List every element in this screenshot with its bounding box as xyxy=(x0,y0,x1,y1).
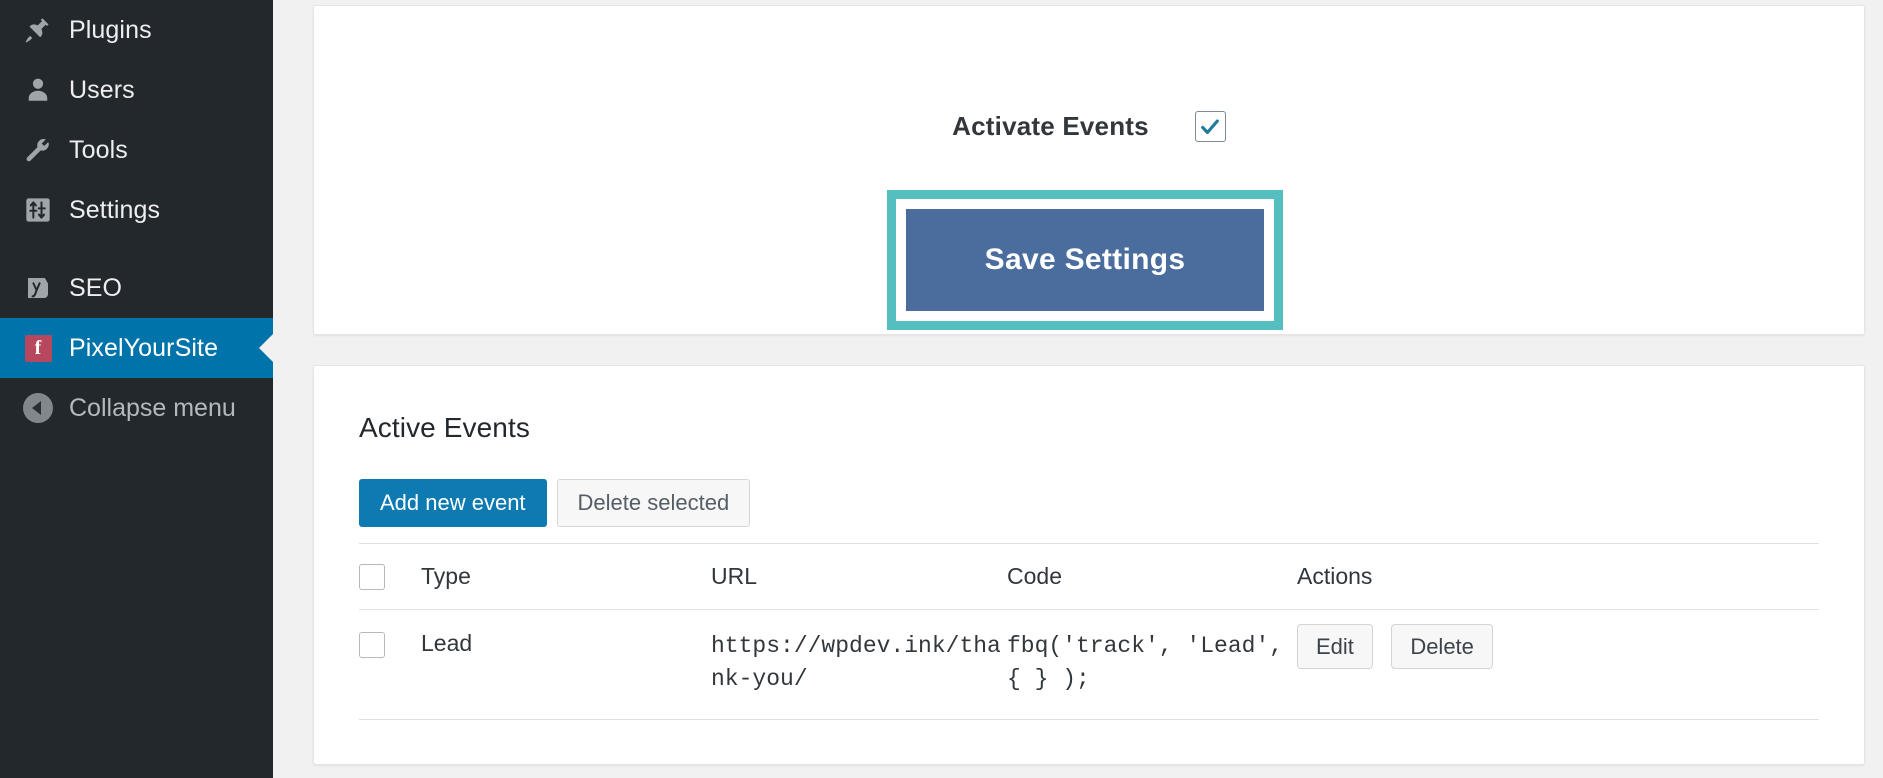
main-content: Activate Events Save Settings Active Eve… xyxy=(273,0,1883,778)
sidebar-separator xyxy=(0,240,273,258)
admin-page: Plugins Users Tools xyxy=(0,0,1883,778)
events-table: Type URL Code Actions Lead https://wpdev… xyxy=(359,543,1819,720)
cell-type: Lead xyxy=(421,610,711,720)
table-header-row: Type URL Code Actions xyxy=(359,544,1819,610)
settings-panel: Activate Events Save Settings xyxy=(313,5,1865,335)
sidebar-item-settings[interactable]: Settings xyxy=(0,180,273,240)
sliders-icon xyxy=(10,196,66,224)
sidebar-item-label: Settings xyxy=(66,196,160,225)
sidebar-item-label: Users xyxy=(66,76,135,105)
column-header-actions: Actions xyxy=(1297,544,1819,610)
facebook-badge: f xyxy=(25,335,52,362)
save-settings-button[interactable]: Save Settings xyxy=(906,209,1264,311)
sidebar-item-label: SEO xyxy=(66,274,122,303)
collapse-arrow-icon xyxy=(10,393,66,423)
cell-code: fbq('track', 'Lead', { } ); xyxy=(1007,610,1297,720)
active-events-panel: Active Events Add new event Delete selec… xyxy=(313,365,1865,765)
column-header-url: URL xyxy=(711,544,1007,610)
sidebar-item-label: PixelYourSite xyxy=(66,334,218,363)
table-row: Lead https://wpdev.ink/thank-you/ fbq('t… xyxy=(359,610,1819,720)
facebook-icon: f xyxy=(10,335,66,362)
column-header-type: Type xyxy=(421,544,711,610)
sidebar-item-users[interactable]: Users xyxy=(0,60,273,120)
wrench-icon xyxy=(10,135,66,165)
sidebar-item-seo[interactable]: SEO xyxy=(0,258,273,318)
sidebar-item-label: Plugins xyxy=(66,16,152,45)
row-select-cell xyxy=(359,610,421,720)
sidebar-item-pixelyoursite[interactable]: f PixelYourSite xyxy=(0,318,273,378)
collapse-menu-label: Collapse menu xyxy=(66,394,236,423)
column-header-code: Code xyxy=(1007,544,1297,610)
delete-button[interactable]: Delete xyxy=(1391,624,1493,669)
activate-events-checkbox[interactable] xyxy=(1195,111,1226,142)
row-checkbox[interactable] xyxy=(359,632,385,658)
plugin-icon xyxy=(10,15,66,45)
sidebar-item-tools[interactable]: Tools xyxy=(0,120,273,180)
events-table-head: Type URL Code Actions xyxy=(359,544,1819,610)
delete-selected-button[interactable]: Delete selected xyxy=(557,479,751,527)
events-toolbar: Add new event Delete selected xyxy=(359,479,750,527)
cell-url: https://wpdev.ink/thank-you/ xyxy=(711,610,1007,720)
save-settings-highlight: Save Settings xyxy=(887,190,1283,330)
yoast-icon xyxy=(10,273,66,303)
page-title: Active Events xyxy=(359,412,530,444)
select-all-checkbox[interactable] xyxy=(359,564,385,590)
user-icon xyxy=(10,75,66,105)
activate-events-row: Activate Events xyxy=(314,111,1864,142)
sidebar-item-label: Tools xyxy=(66,136,128,165)
add-new-event-button[interactable]: Add new event xyxy=(359,479,547,527)
cell-actions: Edit Delete xyxy=(1297,610,1819,720)
edit-button[interactable]: Edit xyxy=(1297,624,1373,669)
sidebar-item-plugins[interactable]: Plugins xyxy=(0,0,273,60)
events-table-body: Lead https://wpdev.ink/thank-you/ fbq('t… xyxy=(359,610,1819,720)
select-all-cell xyxy=(359,544,421,610)
collapse-menu-button[interactable]: Collapse menu xyxy=(0,378,273,438)
admin-sidebar: Plugins Users Tools xyxy=(0,0,273,778)
activate-events-label: Activate Events xyxy=(952,111,1149,142)
